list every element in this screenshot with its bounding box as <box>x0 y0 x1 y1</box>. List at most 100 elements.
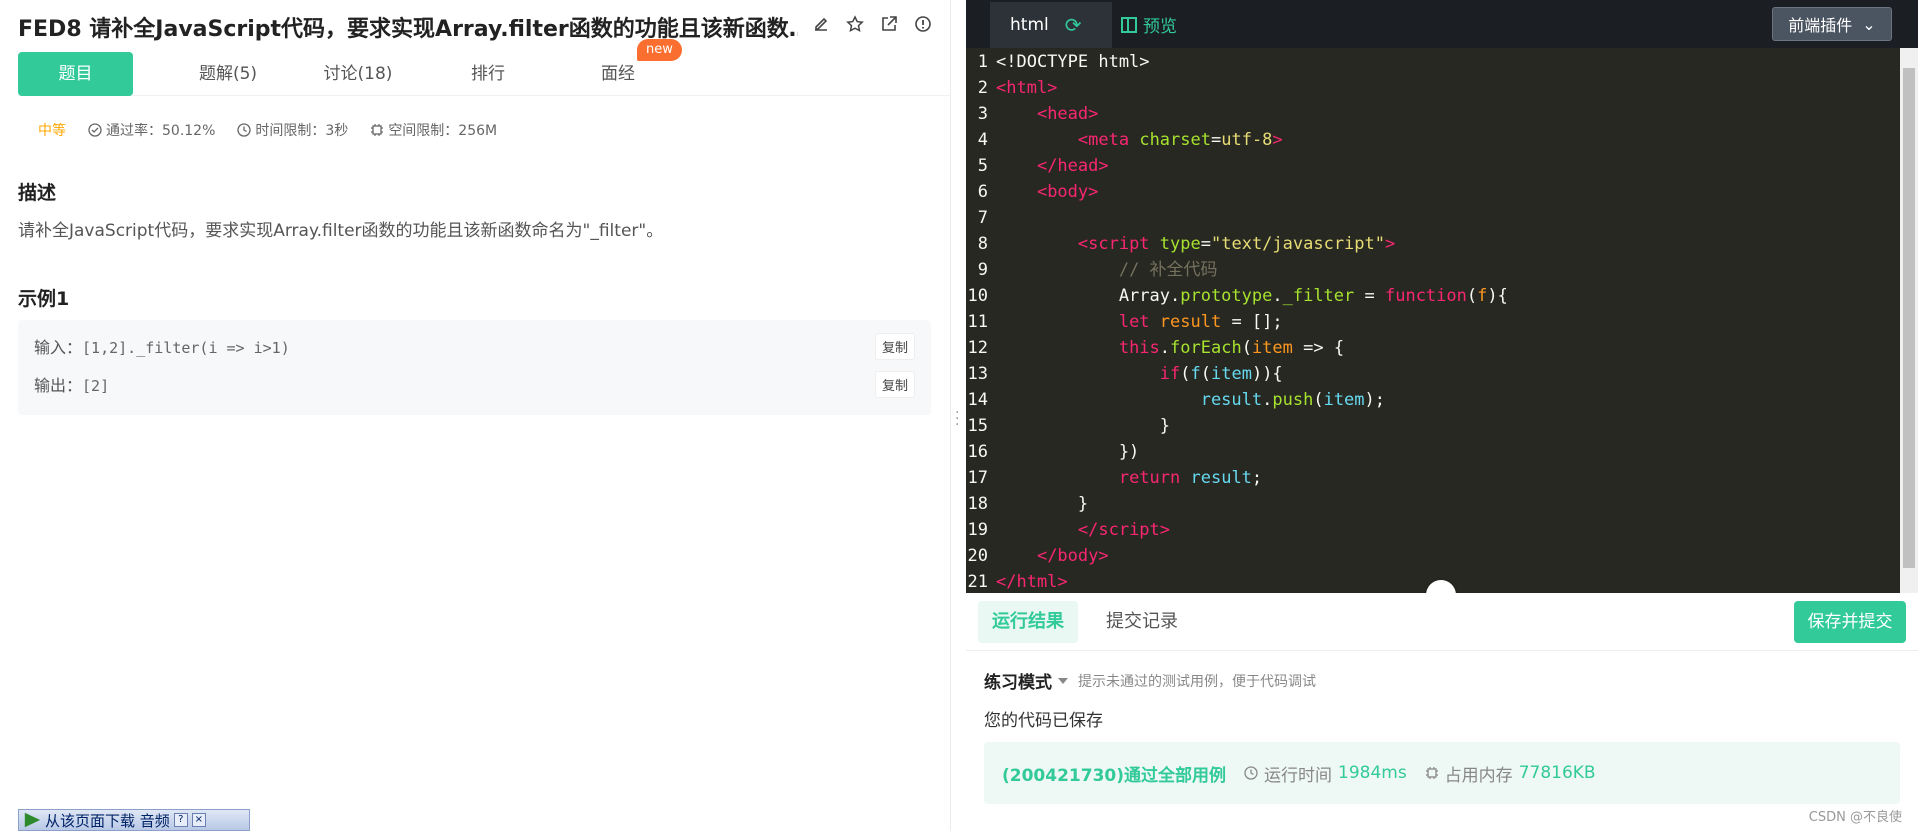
practice-mode: 练习模式 提示未通过的测试用例，便于代码调试 <box>984 668 1316 693</box>
problem-tabs: 题目 题解(5) 讨论(18) 排行 面经 <box>18 51 950 96</box>
chip-icon <box>371 124 384 136</box>
line-number: 1 <box>977 52 988 72</box>
plugin-label: 前端插件 <box>1788 16 1853 35</box>
code-line: 20 </body> <box>966 543 1109 569</box>
line-number: 11 <box>967 312 988 332</box>
clock-icon <box>1244 766 1258 780</box>
code-line: 7 <box>966 205 996 231</box>
download-label: 从该页面下载 音频 <box>45 811 170 830</box>
code-line: 5 </head> <box>966 153 1109 179</box>
memory-value: 77816KB <box>1518 763 1596 783</box>
description-heading: 描述 <box>18 182 57 204</box>
code-line: 9 // 补全代码 <box>966 257 1218 283</box>
save-submit-button[interactable]: 保存并提交 <box>1794 601 1906 643</box>
report-icon[interactable] <box>913 14 933 34</box>
result-tabs: 运行结果 提交记录 保存并提交 <box>966 593 1918 651</box>
problem-title: FED8 请补全JavaScript代码，要求实现Array.filter函数的… <box>18 17 798 42</box>
example-output: 输出：[2] <box>34 372 109 396</box>
drag-handle-icon[interactable]: · · · <box>955 406 959 432</box>
sync-icon[interactable]: ⟳ <box>1065 13 1082 37</box>
tab-run-result[interactable]: 运行结果 <box>978 601 1078 643</box>
tab-solutions[interactable]: 题解(5) <box>163 52 293 96</box>
code-line: 2 <html> <box>966 75 1058 101</box>
watermark: CSDN @不良使 <box>1808 810 1902 825</box>
title-row: FED8 请补全JavaScript代码，要求实现Array.filter函数的… <box>18 10 933 44</box>
example-output-value: [2] <box>82 377 110 395</box>
example-heading: 示例1 <box>18 288 70 310</box>
close-icon[interactable]: × <box>191 813 206 827</box>
code-line: 6 <body> <box>966 179 1099 205</box>
chevron-down-icon: ⌄ <box>1862 14 1876 34</box>
preview-label: 预览 <box>1143 17 1177 37</box>
line-number: 4 <box>977 130 988 150</box>
space-limit: 空间限制：256M <box>370 120 497 140</box>
title-actions <box>811 14 933 34</box>
description-text: 请补全JavaScript代码，要求实现Array.filter函数的功能且该新… <box>18 221 664 241</box>
time-limit-text: 时间限制：3秒 <box>255 123 349 139</box>
plugin-dropdown[interactable]: 前端插件 ⌄ <box>1772 7 1892 41</box>
line-number: 19 <box>967 520 988 540</box>
code-line: 17 return result; <box>966 465 1263 491</box>
example-box: 输入：[1,2]._filter(i => i>1) 复制 输出：[2] 复制 <box>18 320 931 415</box>
download-bar[interactable]: 从该页面下载 音频 ? × <box>18 809 250 831</box>
share-icon[interactable] <box>879 14 899 34</box>
play-icon <box>24 812 41 828</box>
preview-icon <box>1121 16 1137 33</box>
line-number: 18 <box>967 494 988 514</box>
tab-submission-history[interactable]: 提交记录 <box>1092 601 1192 643</box>
code-line: 11 let result = []; <box>966 309 1283 335</box>
code-line: 16 }) <box>966 439 1140 465</box>
code-line: 10 Array.prototype._filter = function(f)… <box>966 283 1508 309</box>
editor-toolbar: html ⟳ 预览 前端插件 ⌄ <box>966 0 1918 48</box>
edit-icon[interactable] <box>811 14 831 34</box>
line-number: 9 <box>977 260 988 280</box>
file-tab-html[interactable]: html ⟳ <box>990 2 1112 48</box>
editor-scrollbar[interactable] <box>1900 48 1918 593</box>
pane-splitter[interactable]: · · · <box>950 0 966 831</box>
mode-hint: 提示未通过的测试用例，便于代码调试 <box>1078 673 1316 690</box>
problem-pane: FED8 请补全JavaScript代码，要求实现Array.filter函数的… <box>0 0 950 831</box>
help-icon[interactable]: ? <box>173 813 188 827</box>
code-editor[interactable]: 1 <!DOCTYPE html> 2 <html> 3 <head> 4 <met… <box>966 48 1918 593</box>
example-output-label: 输出： <box>34 376 83 395</box>
clock-icon <box>237 123 252 137</box>
line-number: 13 <box>967 364 988 384</box>
code-line: 19 </script> <box>966 517 1171 543</box>
tab-discussion[interactable]: 讨论(18) <box>293 52 423 96</box>
star-icon[interactable] <box>845 14 865 34</box>
line-number: 14 <box>967 390 988 410</box>
code-line: 1 <!DOCTYPE html> <box>966 49 1150 75</box>
space-limit-text: 空间限制：256M <box>388 123 498 139</box>
mode-title[interactable]: 练习模式 <box>984 668 1052 693</box>
result-summary: (200421730)通过全部用例 运行时间 1984ms 占用内存 77816… <box>984 742 1900 804</box>
line-number: 8 <box>977 234 988 254</box>
memory-label: 占用内存 <box>1444 765 1513 786</box>
preview-button[interactable]: 预览 <box>1121 12 1177 37</box>
copy-input-button[interactable]: 复制 <box>874 333 915 360</box>
check-circle-icon <box>88 123 102 137</box>
line-number: 10 <box>967 286 988 306</box>
scroll-thumb[interactable] <box>1903 68 1915 568</box>
line-number: 3 <box>977 104 988 124</box>
code-line: 21 </html> <box>966 569 1068 593</box>
saved-status: 您的代码已保存 <box>984 711 1103 731</box>
example-input-label: 输入： <box>34 338 83 357</box>
line-number: 17 <box>967 468 988 488</box>
code-line: 3 <head> <box>966 101 1099 127</box>
runtime-value: 1984ms <box>1338 763 1407 783</box>
new-badge: new <box>637 39 682 61</box>
caret-down-icon[interactable] <box>1058 677 1068 684</box>
runtime: 运行时间 1984ms <box>1244 761 1407 786</box>
line-number: 15 <box>967 416 988 436</box>
code-line: 13 if(f(item)){ <box>966 361 1283 387</box>
tab-problem[interactable]: 题目 <box>18 51 133 96</box>
code-line: 12 this.forEach(item => { <box>966 335 1345 361</box>
editor-pane: html ⟳ 预览 前端插件 ⌄ 1 <!DOCTYPE html> 2 <html… <box>966 0 1918 831</box>
line-number: 16 <box>967 442 988 462</box>
code-line: 18 } <box>966 491 1089 517</box>
line-number: 20 <box>967 546 988 566</box>
tab-ranking[interactable]: 排行 <box>423 52 553 96</box>
time-limit: 时间限制：3秒 <box>237 120 348 140</box>
code-line: 14 result.push(item); <box>966 387 1386 413</box>
copy-output-button[interactable]: 复制 <box>874 371 915 398</box>
